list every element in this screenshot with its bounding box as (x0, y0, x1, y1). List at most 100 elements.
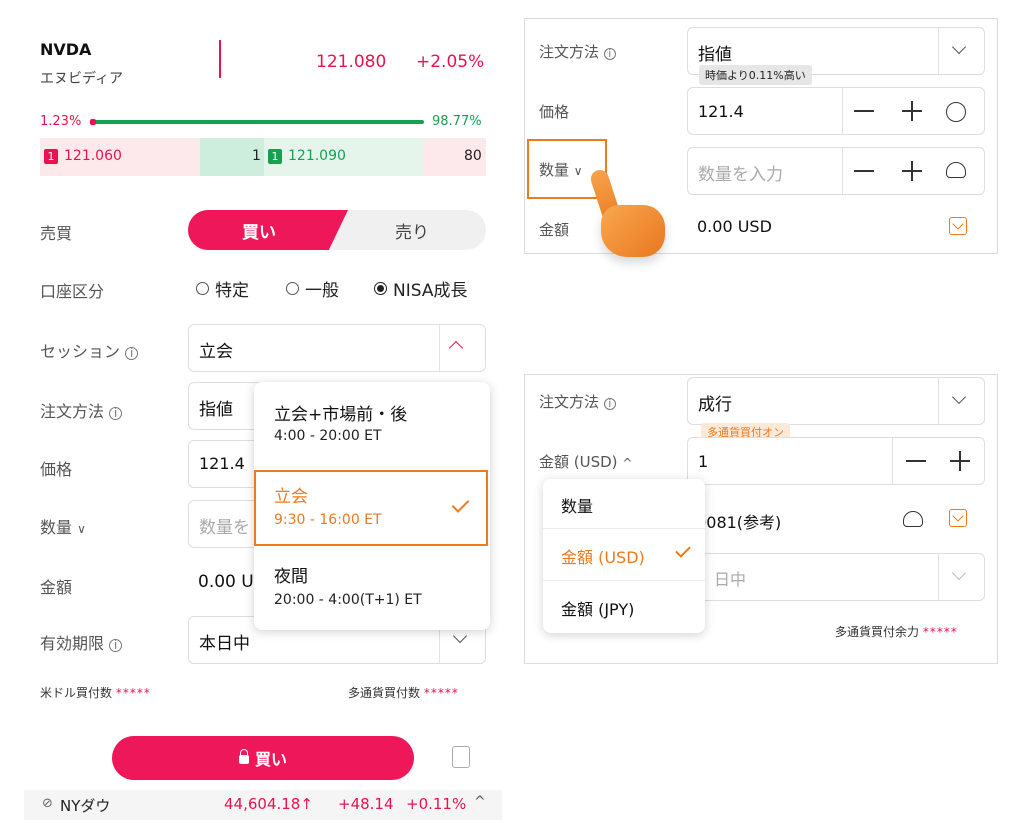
price-label: 価格 (40, 460, 73, 479)
method-value: 指値 (698, 45, 732, 65)
index-footer[interactable]: ⊘ NYダウ 44,604.18↑ +48.14 +0.11% ^ (24, 790, 502, 820)
session-option-time: 4:00 - 20:00 ET (274, 428, 382, 444)
qty-placeholder: 数量を入力 (698, 165, 783, 185)
sell-tab[interactable]: 売り (338, 210, 486, 250)
method-label: 注文方法 i (539, 41, 616, 62)
method-value: 指値 (199, 400, 233, 420)
chevron-down-icon (951, 39, 967, 55)
session-value: 立会 (199, 342, 233, 362)
check-icon (675, 542, 691, 558)
plus-icon[interactable] (902, 161, 922, 181)
ask-badge: 1 (268, 149, 282, 164)
minus-icon[interactable] (906, 460, 926, 462)
account-option-label: 一般 (305, 281, 339, 301)
minus-icon[interactable] (854, 170, 874, 172)
gauge-icon[interactable] (903, 511, 923, 527)
radio-icon (196, 282, 209, 295)
expiry-value: 本日中 (199, 634, 250, 654)
current-price: 121.080 (316, 52, 387, 72)
amount-type-option-label: 金額 (USD) (561, 548, 645, 567)
ask-qty: 80 (464, 148, 482, 164)
amount-type-option-selected[interactable]: 金額 (USD) (543, 529, 705, 581)
session-option-time: 20:00 - 4:00(T+1) ET (274, 592, 422, 608)
ask-price: 121.090 (288, 148, 346, 164)
footer-index-name: NYダウ (60, 797, 111, 815)
account-label: 口座区分 (40, 282, 105, 301)
session-option[interactable]: 夜間 20:00 - 4:00(T+1) ET (254, 548, 490, 628)
ratio-bar-sell (90, 119, 96, 125)
chevron-up-icon: ^ (474, 794, 486, 810)
footer-index-value: 44,604.18↑ (224, 795, 313, 813)
session-option[interactable]: 立会+市場前・後 4:00 - 20:00 ET (254, 382, 490, 468)
price-change: +2.05% (416, 52, 485, 72)
account-radio-tokutei[interactable]: 特定 (196, 276, 249, 301)
session-option-selected[interactable]: 立会 9:30 - 16:00 ET (254, 470, 488, 546)
chevron-up-icon (448, 340, 464, 356)
sell-tab-label: 売り (395, 222, 429, 243)
amount-type-option-label: 金額 (JPY) (561, 600, 635, 619)
info-icon: i (109, 407, 123, 420)
footer-index-change: +48.14 (338, 795, 394, 813)
order-panel-right-bottom: 注文方法 i 成行 多通貨買付オン 金額 (USD) ^ 1 .0081(参考)… (524, 374, 998, 664)
chevron-down-icon (452, 628, 468, 644)
radio-icon (286, 282, 299, 295)
mini-chart-line (219, 40, 221, 78)
price-value: 121.4 (698, 102, 744, 121)
expiry-value: 日中 (714, 570, 747, 589)
arrow-up-icon: ↑ (300, 795, 313, 813)
chevron-down-icon: ∨ (77, 522, 86, 536)
board-row: 1 121.060 1 1 121.090 80 (40, 138, 486, 176)
amount-usd-label[interactable]: 金額 (USD) ^ (539, 451, 632, 472)
account-radio-ippan[interactable]: 一般 (286, 276, 339, 301)
buy-submit-button[interactable]: 買い (112, 736, 414, 780)
method-label: 注文方法 i (40, 398, 123, 422)
pointer-hand-icon (588, 167, 671, 265)
bid-badge: 1 (44, 149, 58, 164)
ticker-symbol: NVDA (40, 40, 92, 59)
buy-submit-label: 買い (254, 750, 287, 769)
buy-tab[interactable]: 買い (188, 210, 348, 250)
price-tooltip: 時価より0.11%高い (699, 65, 812, 85)
chevron-down-icon (951, 389, 967, 405)
multi-balance: 多通貨買付余力 ***** (835, 625, 958, 639)
ratio-bar (90, 119, 424, 125)
plus-icon[interactable] (902, 101, 922, 121)
amount-value: 0.00 U (198, 572, 254, 592)
price-value: 121.4 (199, 454, 245, 473)
side-label: 売買 (40, 224, 73, 243)
target-icon[interactable] (946, 102, 966, 122)
qty-placeholder: 数量を (199, 518, 250, 538)
session-select[interactable]: 立会 (188, 324, 486, 372)
order-switch-icon[interactable] (452, 746, 470, 768)
lock-icon (238, 749, 249, 764)
qty-label[interactable]: 数量 ∨ (40, 514, 86, 538)
session-option-time: 9:30 - 16:00 ET (274, 512, 382, 528)
order-panel-left: NVDA エヌビディア 121.080 +2.05% 1.23% 98.77% … (24, 20, 502, 835)
calculator-icon[interactable] (949, 509, 967, 527)
amount-type-option[interactable]: 金額 (JPY) (543, 581, 705, 633)
amount-type-option[interactable]: 数量 (543, 479, 705, 529)
amount-value: 1 (698, 452, 709, 471)
order-panel-right-top: 注文方法 i 指値 時価より0.11%高い 価格 121.4 数量 ∨ 数量を入… (524, 18, 998, 257)
ticker-name: エヌビディア (40, 71, 124, 87)
buy-tab-label: 買い (242, 222, 276, 243)
mid-qty: 1 (252, 148, 261, 164)
account-radio-nisa[interactable]: NISA成長 (374, 276, 467, 301)
price-input[interactable]: 121.4 (687, 87, 985, 135)
expiry-select[interactable]: 日中 (687, 553, 985, 601)
price-label: 価格 (539, 103, 570, 121)
method-select[interactable]: 成行 (687, 377, 985, 425)
method-value: 成行 (698, 395, 732, 415)
amount-label: 金額 (40, 578, 73, 597)
footer-index-pct: +0.11% (406, 795, 467, 813)
amount-input[interactable]: 1 (687, 437, 985, 485)
radio-selected-icon (374, 282, 387, 295)
minus-icon[interactable] (854, 110, 874, 112)
session-label: セッション i (40, 338, 139, 362)
qty-input[interactable]: 数量を入力 (687, 147, 985, 195)
gauge-icon[interactable] (946, 162, 966, 178)
account-option-label: 特定 (215, 281, 249, 301)
plus-icon[interactable] (950, 451, 970, 471)
qty-label: 数量 ∨ (539, 161, 583, 179)
calculator-icon[interactable] (949, 217, 967, 235)
